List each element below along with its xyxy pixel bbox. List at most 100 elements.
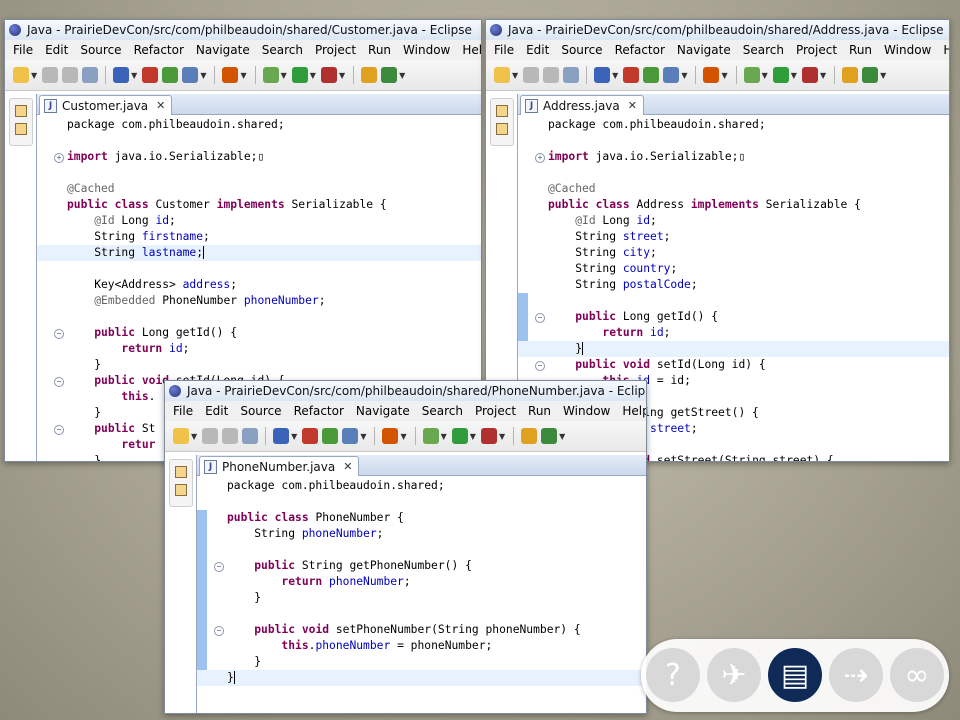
dropdown-icon[interactable]: ▼ [400,432,406,441]
save-icon[interactable] [202,428,219,444]
dropdown-icon[interactable]: ▼ [721,71,727,80]
expand-icon[interactable]: + [54,153,64,163]
dropdown-icon[interactable]: ▼ [470,432,476,441]
menu-run[interactable]: Run [522,404,557,418]
server-icon[interactable] [182,67,199,83]
menu-source[interactable]: Source [74,43,127,57]
menu-help[interactable]: Help [456,43,481,57]
dropdown-icon[interactable]: ▼ [200,71,206,80]
menu-edit[interactable]: Edit [199,404,234,418]
title-bar[interactable]: Java - PrairieDevCon/src/com/philbeaudoi… [165,381,646,401]
outline-icon[interactable] [15,123,27,135]
browser-icon[interactable] [273,428,290,444]
collapse-icon[interactable]: − [535,313,545,323]
new-package-icon[interactable] [842,67,859,83]
save-icon[interactable] [42,67,59,83]
collapse-icon[interactable]: − [214,562,224,572]
dropdown-icon[interactable]: ▼ [191,432,197,441]
tag-icon[interactable] [302,428,319,444]
menu-search[interactable]: Search [416,404,469,418]
title-bar[interactable]: Java - PrairieDevCon/src/com/philbeaudoi… [5,20,481,40]
browser-icon[interactable] [113,67,130,83]
save-all-icon[interactable] [543,67,560,83]
outline-icon[interactable] [175,484,187,496]
dropdown-icon[interactable]: ▼ [360,432,366,441]
debug-icon[interactable] [422,428,439,444]
save-all-icon[interactable] [62,67,79,83]
menu-file[interactable]: File [488,43,520,57]
collapse-icon[interactable]: − [54,377,64,387]
server-icon[interactable] [342,428,359,444]
menu-navigate[interactable]: Navigate [190,43,256,57]
save-icon[interactable] [523,67,540,83]
menu-project[interactable]: Project [309,43,362,57]
menu-search[interactable]: Search [737,43,790,57]
external-tools-icon[interactable] [703,67,720,83]
coverage-icon[interactable] [801,67,818,83]
menu-navigate[interactable]: Navigate [671,43,737,57]
dropdown-icon[interactable]: ▼ [131,71,137,80]
collapse-icon[interactable]: − [535,361,545,371]
dropdown-icon[interactable]: ▼ [281,71,287,80]
new-class-icon[interactable] [541,428,558,444]
dropdown-icon[interactable]: ▼ [559,432,565,441]
airplane-icon[interactable]: ✈ [707,648,761,702]
dropdown-icon[interactable]: ▼ [291,432,297,441]
dropdown-icon[interactable]: ▼ [499,432,505,441]
dropdown-icon[interactable]: ▼ [791,71,797,80]
menu-project[interactable]: Project [469,404,522,418]
menu-edit[interactable]: Edit [39,43,74,57]
menu-refactor[interactable]: Refactor [609,43,671,57]
tag-icon[interactable] [142,67,159,83]
server-icon[interactable] [663,67,680,83]
new-package-icon[interactable] [521,428,538,444]
new-package-icon[interactable] [361,67,378,83]
menu-run[interactable]: Run [362,43,397,57]
expand-icon[interactable]: + [535,153,545,163]
debug-tool-icon[interactable] [162,67,179,83]
menu-refactor[interactable]: Refactor [288,404,350,418]
title-bar[interactable]: Java - PrairieDevCon/src/com/philbeaudoi… [486,20,949,40]
run-icon[interactable] [451,428,468,444]
glasses-icon[interactable]: ∞ [890,648,944,702]
menu-window[interactable]: Window [557,404,616,418]
dropdown-icon[interactable]: ▼ [512,71,518,80]
restore-icon[interactable] [496,105,508,117]
restore-icon[interactable] [15,105,27,117]
editor-tab[interactable]: J PhoneNumber.java ✕ [199,456,360,476]
debug-icon[interactable] [743,67,760,83]
help-icon[interactable]: ? [646,648,700,702]
code-editor[interactable]: package com.philbeaudoin.shared; public c… [197,476,646,713]
print-icon[interactable] [82,67,99,83]
menu-file[interactable]: File [167,404,199,418]
outline-icon[interactable] [496,123,508,135]
dropdown-icon[interactable]: ▼ [399,71,405,80]
run-icon[interactable] [291,67,308,83]
menu-navigate[interactable]: Navigate [350,404,416,418]
restore-icon[interactable] [175,466,187,478]
editor-tab[interactable]: J Customer.java ✕ [39,95,173,115]
collapse-icon[interactable]: − [54,425,64,435]
dropdown-icon[interactable]: ▼ [310,71,316,80]
dropdown-icon[interactable]: ▼ [339,71,345,80]
menu-file[interactable]: File [7,43,39,57]
menu-source[interactable]: Source [555,43,608,57]
save-all-icon[interactable] [222,428,239,444]
menu-window[interactable]: Window [397,43,456,57]
menu-run[interactable]: Run [843,43,878,57]
dropdown-icon[interactable]: ▼ [880,71,886,80]
editor-tab[interactable]: J Address.java ✕ [520,95,644,115]
dropdown-icon[interactable]: ▼ [820,71,826,80]
menu-search[interactable]: Search [256,43,309,57]
new-class-icon[interactable] [862,67,879,83]
external-tools-icon[interactable] [222,67,239,83]
dropdown-icon[interactable]: ▼ [240,71,246,80]
new-icon[interactable] [173,428,189,444]
print-icon[interactable] [242,428,259,444]
coverage-icon[interactable] [320,67,337,83]
close-icon[interactable]: ✕ [628,99,637,112]
dropdown-icon[interactable]: ▼ [612,71,618,80]
arrow-right-icon[interactable]: ⇢ [829,648,883,702]
debug-tool-icon[interactable] [322,428,339,444]
run-icon[interactable] [772,67,789,83]
